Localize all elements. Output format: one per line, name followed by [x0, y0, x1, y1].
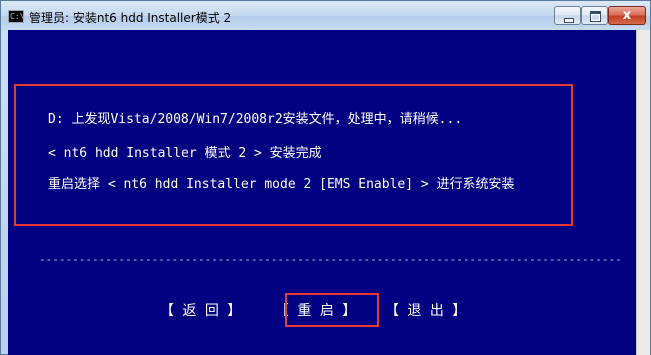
title-bar[interactable]: C:\ 管理员: 安装nt6 hdd Installer模式 2 x: [1, 1, 650, 31]
vertical-scrollbar[interactable]: [636, 30, 650, 355]
separator-line: ----------------------------------------…: [39, 255, 623, 265]
highlight-box-restart: [285, 293, 379, 327]
minimize-button[interactable]: [554, 6, 581, 25]
close-icon: x: [622, 8, 632, 23]
console-icon[interactable]: C:\: [8, 10, 24, 23]
highlight-box-status: [14, 84, 573, 226]
back-button[interactable]: 【 返 回 】: [160, 302, 241, 320]
window-title: 管理员: 安装nt6 hdd Installer模式 2: [29, 11, 232, 25]
maximize-button[interactable]: [581, 6, 608, 25]
exit-button[interactable]: 【 退 出 】: [385, 302, 466, 320]
console-icon-label: C:\: [10, 12, 25, 21]
maximize-icon: [582, 7, 607, 24]
minimize-icon: [555, 7, 580, 24]
close-button[interactable]: x: [608, 6, 646, 25]
